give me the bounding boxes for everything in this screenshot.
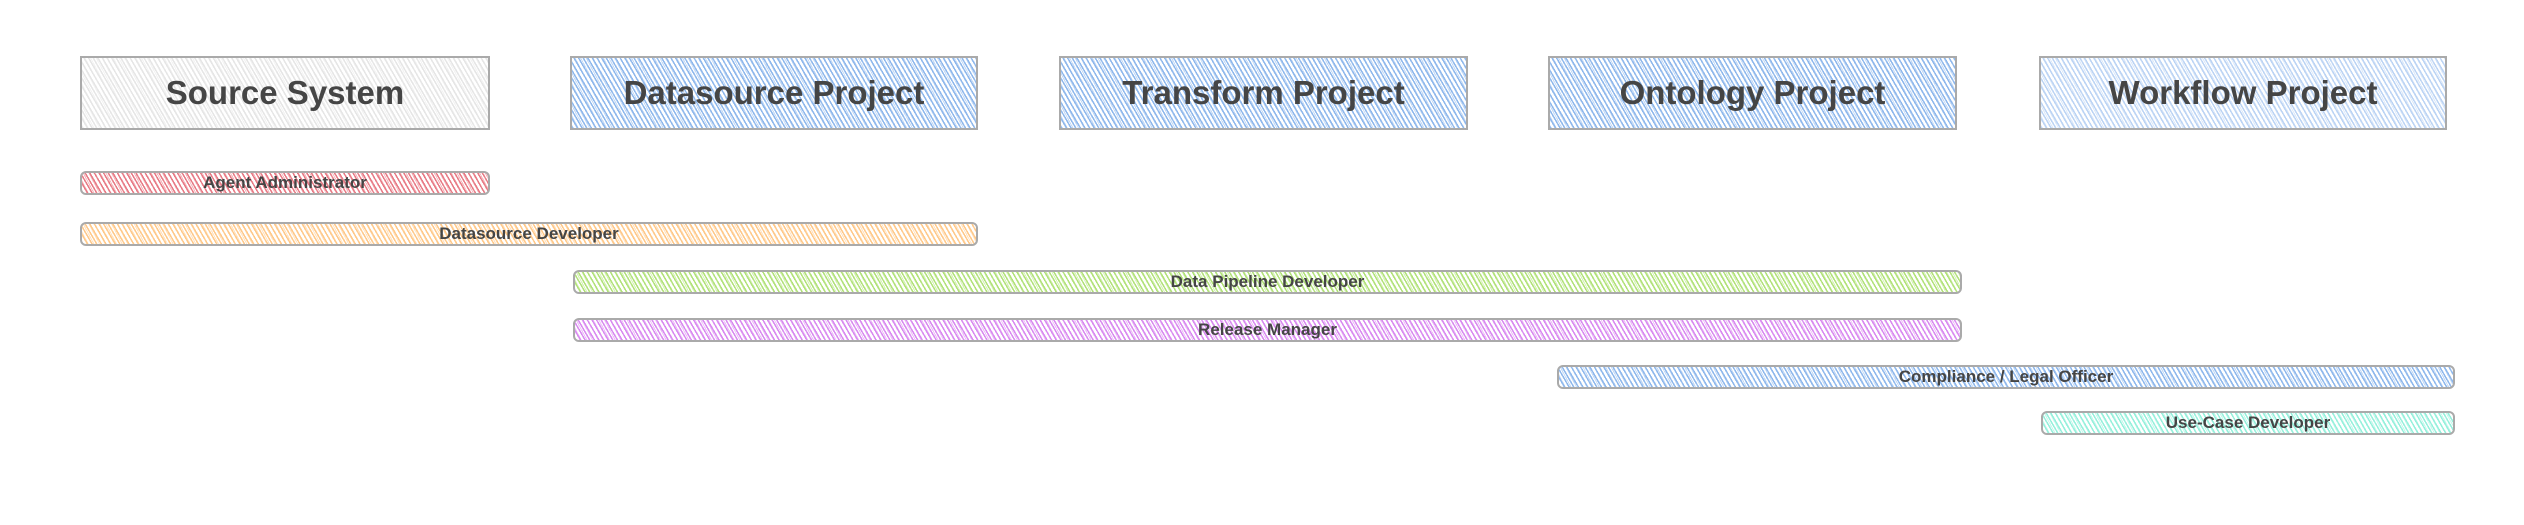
role-use-case-developer: Use-Case Developer xyxy=(2041,411,2455,435)
role-label: Agent Administrator xyxy=(203,173,367,192)
role-data-pipeline-developer: Data Pipeline Developer xyxy=(573,270,1962,294)
role-label: Release Manager xyxy=(1198,320,1337,339)
column-label: Workflow Project xyxy=(2108,74,2378,111)
role-label: Use-Case Developer xyxy=(2165,413,2331,432)
role-datasource-developer: Datasource Developer xyxy=(80,222,978,246)
role-release-manager: Release Manager xyxy=(573,318,1962,342)
role-compliance-legal-officer: Compliance / Legal Officer xyxy=(1557,365,2455,389)
column-label: Ontology Project xyxy=(1619,74,1886,111)
column-workflow-project: Workflow Project xyxy=(2039,56,2447,130)
column-ontology-project: Ontology Project xyxy=(1548,56,1957,130)
column-label: Transform Project xyxy=(1122,74,1405,111)
role-label: Data Pipeline Developer xyxy=(1170,272,1365,291)
role-label: Datasource Developer xyxy=(439,224,619,243)
role-label: Compliance / Legal Officer xyxy=(1898,367,2114,386)
column-label: Source System xyxy=(165,74,405,111)
column-datasource-project: Datasource Project xyxy=(570,56,978,130)
column-source-system: Source System xyxy=(80,56,490,130)
role-agent-administrator: Agent Administrator xyxy=(80,171,490,195)
column-transform-project: Transform Project xyxy=(1059,56,1468,130)
column-label: Datasource Project xyxy=(623,74,925,111)
